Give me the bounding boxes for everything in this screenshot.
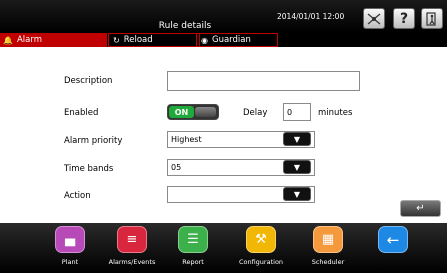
plant-icon: ▄ xyxy=(55,226,85,253)
enter-icon: ↵ xyxy=(416,203,425,214)
nav-label: Plant xyxy=(61,258,79,266)
reload-icon: ↻ xyxy=(113,35,120,45)
alarm-priority-value: Highest xyxy=(171,135,202,144)
nav-label: Configuration xyxy=(238,258,284,266)
tab-label: Alarm xyxy=(16,35,42,45)
enabled-toggle[interactable]: ON xyxy=(167,104,219,120)
description-input[interactable] xyxy=(167,71,360,91)
scheduler-icon: ▦ xyxy=(313,226,343,253)
chevron-down-icon[interactable]: ▼ xyxy=(283,187,311,201)
toggle-state: ON xyxy=(169,106,194,118)
delay-input[interactable]: 0 xyxy=(283,103,311,121)
delay-unit: minutes xyxy=(318,108,353,118)
nav-alarms-events[interactable]: ≡ Alarms/Events xyxy=(99,224,169,272)
report-icon: ☰ xyxy=(178,226,208,253)
nav-label: Scheduler xyxy=(311,258,345,266)
nav-label: Report xyxy=(182,258,204,266)
page-title: Rule details xyxy=(158,21,212,31)
nav-configuration[interactable]: ⚒ Configuration xyxy=(228,224,298,272)
time-bands-label: Time bands xyxy=(64,164,114,174)
help-icon[interactable]: ? xyxy=(393,8,415,29)
description-label: Description xyxy=(64,76,113,86)
tab-guardian[interactable]: ◉ Guardian xyxy=(196,33,278,47)
chevron-down-icon[interactable]: ▼ xyxy=(283,160,311,174)
nav-report[interactable]: ☰ Report xyxy=(160,224,230,272)
time-bands-value: 05 xyxy=(171,163,182,172)
configuration-icon: ⚒ xyxy=(246,226,276,253)
network-icon[interactable] xyxy=(363,8,385,29)
alarm-priority-label: Alarm priority xyxy=(64,136,123,146)
tab-label: Reload xyxy=(123,35,153,45)
chevron-down-icon[interactable]: ▼ xyxy=(283,132,311,146)
datetime: 2014/01/01 12:00 xyxy=(277,12,345,21)
delay-label: Delay xyxy=(243,108,268,118)
tab-alarm[interactable]: 🔔 Alarm xyxy=(0,33,107,47)
nav-scheduler[interactable]: ▦ Scheduler xyxy=(295,224,365,272)
alarm-events-icon: ≡ xyxy=(117,226,147,253)
enter-button[interactable]: ↵ xyxy=(400,200,441,217)
nav-back[interactable]: ← xyxy=(360,224,430,272)
guardian-icon: ◉ xyxy=(201,35,208,45)
back-icon: ← xyxy=(378,226,408,253)
action-label: Action xyxy=(64,191,91,201)
toggle-knob xyxy=(195,107,216,117)
enabled-label: Enabled xyxy=(64,108,99,118)
nav-plant[interactable]: ▄ Plant xyxy=(37,224,107,272)
nav-label: Alarms/Events xyxy=(108,258,156,266)
tab-label: Guardian xyxy=(211,35,251,45)
exit-icon[interactable] xyxy=(421,8,443,29)
tab-reload[interactable]: ↻ Reload xyxy=(108,33,200,47)
bell-icon: 🔔 xyxy=(3,35,13,45)
